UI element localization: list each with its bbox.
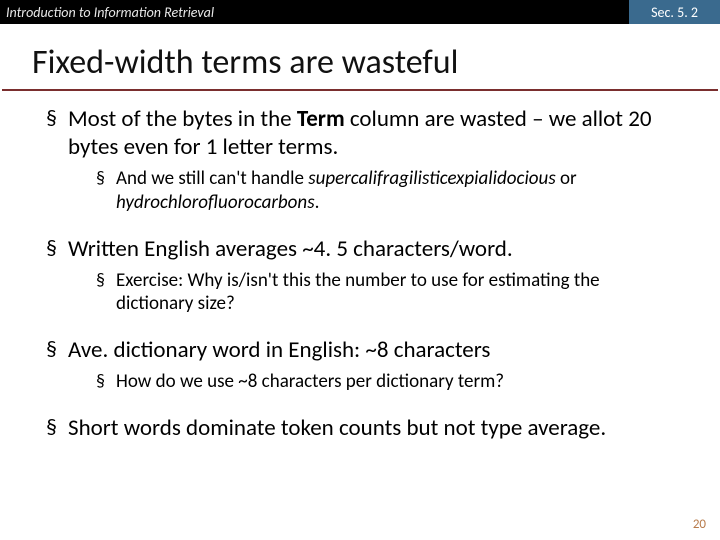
bullet-item: Most of the bytes in the Term column are… — [46, 105, 674, 223]
slide-title: Fixed-width terms are wasteful — [2, 24, 718, 91]
text-italic: hydrochlorofluorocarbons — [116, 191, 315, 214]
text: Ave. dictionary word in English: ~8 char… — [68, 336, 490, 364]
sub-bullet-item: And we still can't handle supercalifragi… — [96, 167, 674, 215]
text: or — [556, 167, 577, 190]
bullet-item: Written English averages ~4. 5 character… — [46, 235, 674, 325]
text: How do we use ~8 characters per dictiona… — [116, 370, 504, 393]
text: Exercise: Why is/isn't this the number t… — [116, 269, 600, 316]
sub-bullet-item: How do we use ~8 characters per dictiona… — [96, 370, 674, 394]
sub-bullet-list: Exercise: Why is/isn't this the number t… — [68, 263, 674, 325]
text: . — [315, 191, 320, 214]
sub-bullet-list: How do we use ~8 characters per dictiona… — [68, 364, 674, 402]
text-bold: Term — [297, 105, 345, 133]
bullet-list: Most of the bytes in the Term column are… — [0, 105, 720, 442]
header-left: Introduction to Information Retrieval — [0, 4, 214, 21]
header-section-ref: Sec. 5. 2 — [629, 0, 720, 24]
sub-bullet-list: And we still can't handle supercalifragi… — [68, 161, 674, 223]
header-bar: Introduction to Information Retrieval Se… — [0, 0, 720, 24]
text: Most of the bytes in the — [68, 105, 297, 133]
bullet-item: Ave. dictionary word in English: ~8 char… — [46, 336, 674, 402]
sub-bullet-item: Exercise: Why is/isn't this the number t… — [96, 269, 674, 317]
text-italic: supercalifragilisticexpialidocious — [308, 167, 556, 190]
text: Written English averages ~4. 5 character… — [68, 235, 513, 263]
text: Short words dominate token counts but no… — [68, 414, 606, 442]
bullet-item: Short words dominate token counts but no… — [46, 414, 674, 442]
text: And we still can't handle — [116, 167, 308, 190]
page-number: 20 — [693, 517, 706, 532]
